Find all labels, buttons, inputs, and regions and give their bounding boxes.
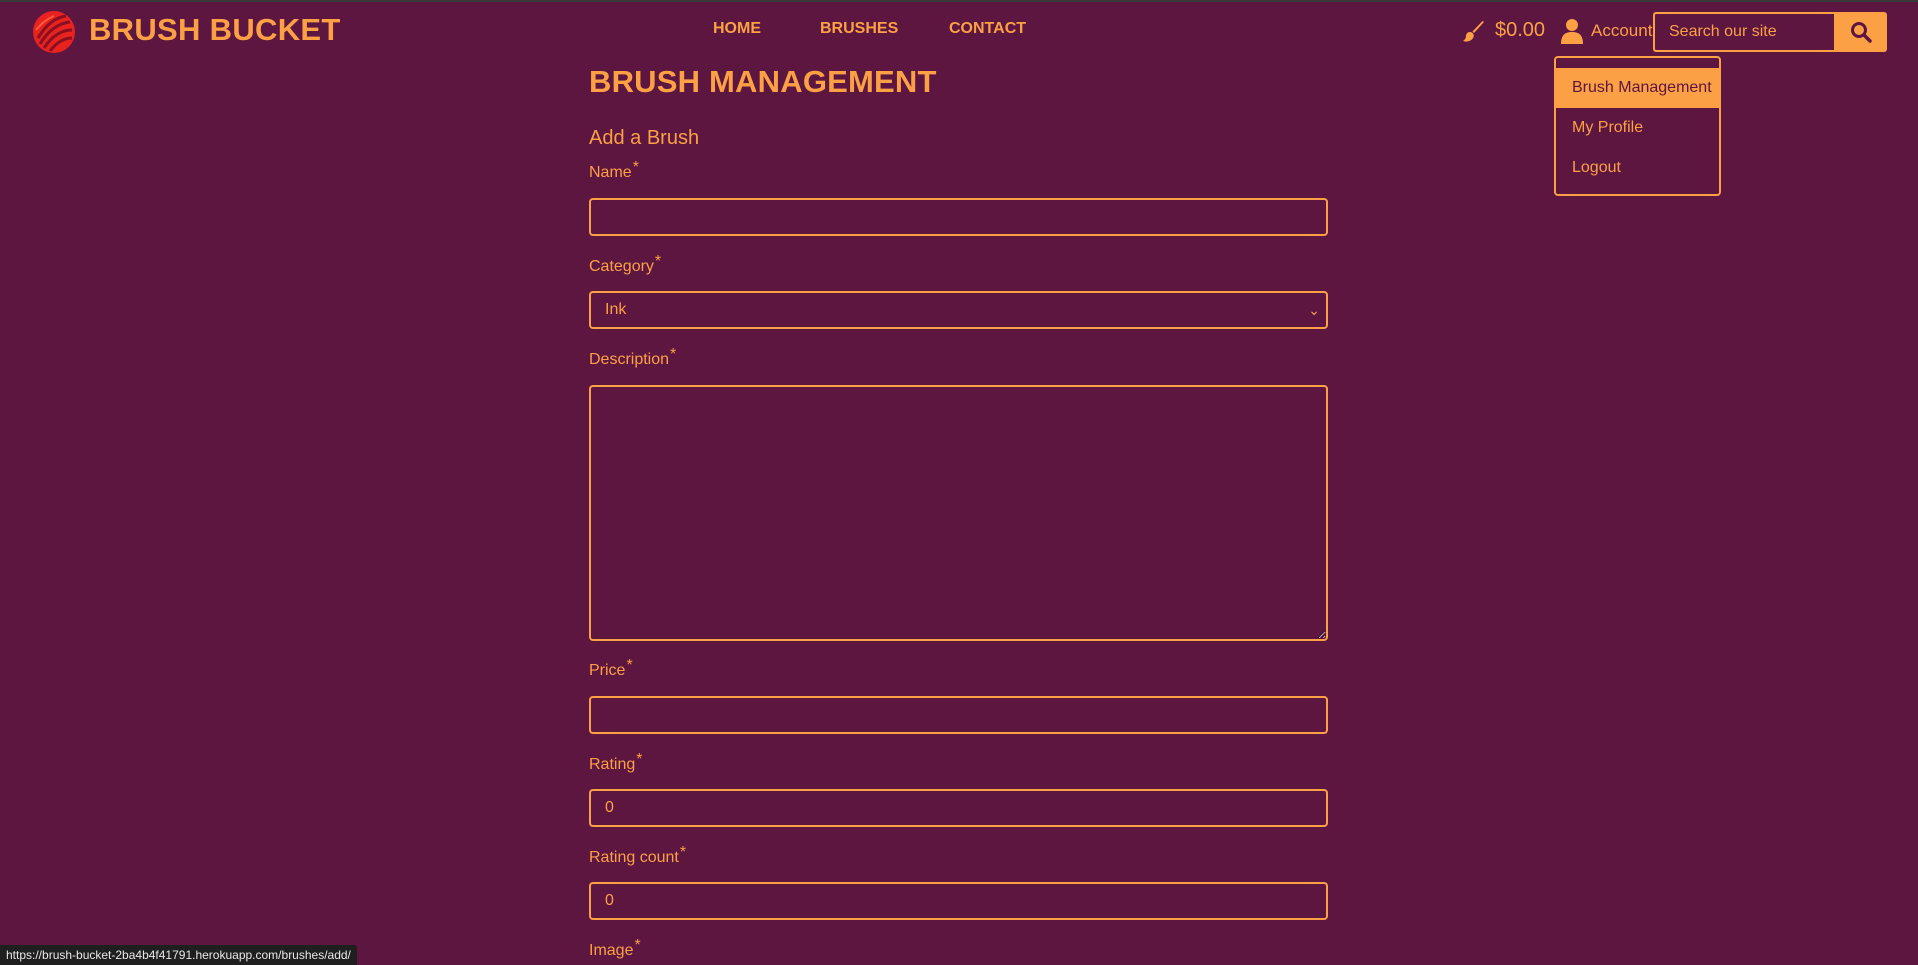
site-brand[interactable]: BRUSH BUCKET — [89, 12, 341, 48]
search-button[interactable] — [1834, 12, 1887, 52]
price-label: Price* — [589, 657, 633, 679]
required-marker: * — [654, 253, 662, 270]
menu-item-brush-management[interactable]: Brush Management — [1556, 68, 1719, 108]
nav-home[interactable]: HOME — [713, 20, 761, 38]
rating-count-label: Rating count* — [589, 844, 687, 866]
required-marker: * — [670, 346, 677, 363]
status-bar-url: https://brush-bucket-2ba4b4f41791.heroku… — [0, 945, 357, 965]
site-header: BRUSH BUCKET HOME BRUSHES CONTACT $0.00 … — [0, 2, 1918, 56]
search-input[interactable] — [1653, 12, 1835, 52]
required-marker: * — [636, 751, 643, 768]
required-marker: * — [679, 844, 687, 861]
rating-label: Rating* — [589, 751, 643, 773]
image-label: Image* — [589, 937, 641, 959]
account-menu-toggle[interactable]: Account — [1591, 21, 1652, 41]
description-textarea[interactable] — [589, 385, 1328, 641]
required-marker: * — [626, 657, 633, 674]
user-icon[interactable] — [1561, 18, 1583, 44]
cart-total[interactable]: $0.00 — [1495, 19, 1545, 42]
category-selected-value: Ink — [605, 301, 627, 318]
page-title: BRUSH MANAGEMENT — [589, 64, 937, 99]
category-select[interactable]: Ink ⌄ — [589, 291, 1328, 329]
price-input[interactable] — [589, 696, 1328, 734]
account-dropdown: Brush Management My Profile Logout — [1554, 56, 1721, 196]
search-icon — [1850, 22, 1872, 43]
paintbrush-icon[interactable] — [1462, 20, 1486, 44]
menu-item-logout[interactable]: Logout — [1556, 148, 1719, 188]
chevron-down-icon: ⌄ — [1308, 302, 1320, 318]
form-subtitle: Add a Brush — [589, 127, 700, 149]
nav-contact[interactable]: CONTACT — [949, 20, 1026, 38]
required-marker: * — [632, 159, 639, 176]
menu-item-my-profile[interactable]: My Profile — [1556, 108, 1719, 148]
description-label: Description* — [589, 346, 677, 368]
name-input[interactable] — [589, 198, 1328, 236]
category-label: Category* — [589, 253, 662, 275]
rating-input[interactable] — [589, 789, 1328, 827]
nav-brushes[interactable]: BRUSHES — [820, 20, 898, 38]
rating-count-input[interactable] — [589, 882, 1328, 920]
brush-bucket-logo-icon[interactable] — [30, 8, 78, 56]
required-marker: * — [634, 937, 641, 954]
name-label: Name* — [589, 159, 639, 181]
